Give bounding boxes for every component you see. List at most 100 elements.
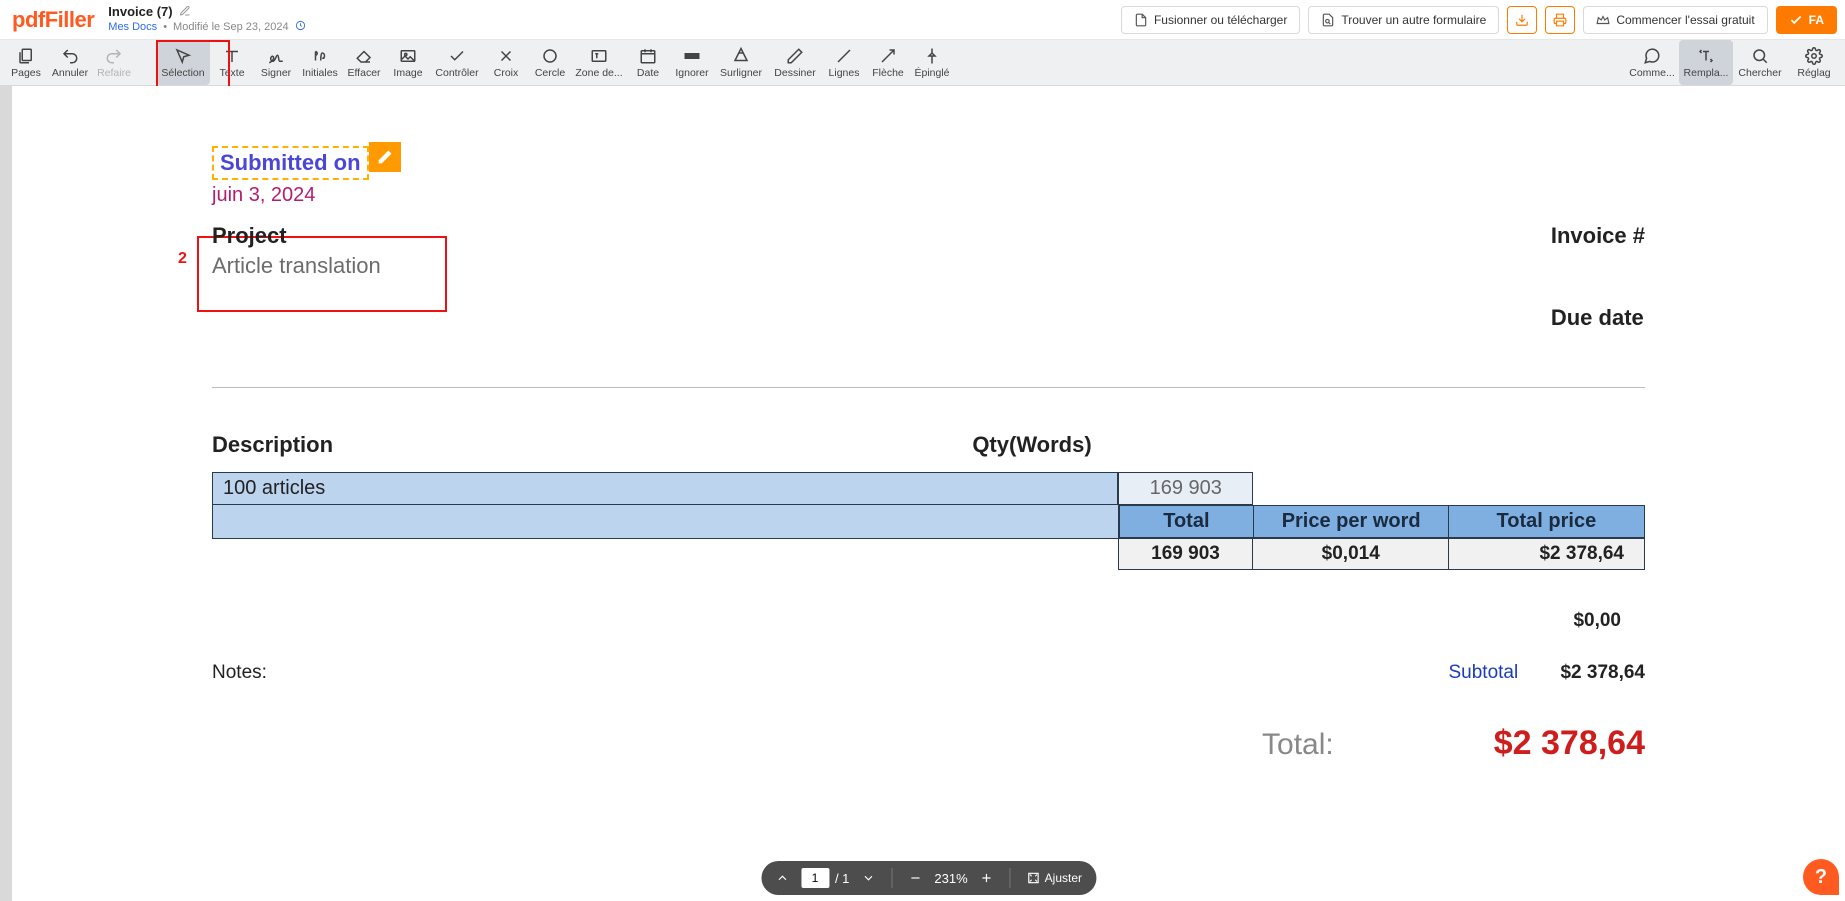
tool-undo[interactable]: Annuler — [48, 40, 92, 85]
col-total-price: Total price — [1449, 506, 1644, 538]
check-icon — [1789, 13, 1803, 27]
logo-left: pdf — [12, 7, 45, 32]
replace-text-icon — [1697, 47, 1715, 65]
pages-icon — [17, 47, 35, 65]
comment-icon — [1643, 47, 1661, 65]
print-button[interactable] — [1545, 6, 1575, 34]
document-page: Submitted on juin 3, 2024 Project Articl… — [12, 86, 1845, 763]
start-trial-button[interactable]: Commencer l'essai gratuit — [1583, 6, 1767, 34]
submitted-on-field[interactable]: Submitted on — [212, 146, 369, 180]
cross-icon — [497, 47, 515, 65]
undo-icon — [61, 47, 79, 65]
tool-circle[interactable]: Cercle — [528, 40, 572, 85]
search-icon — [1751, 47, 1769, 65]
erase-icon — [355, 47, 373, 65]
tool-select[interactable]: Sélection — [156, 40, 210, 85]
tool-text[interactable]: Texte — [210, 40, 254, 85]
logo-right: Filler — [45, 7, 95, 32]
page-up-button[interactable] — [769, 865, 795, 891]
col-description: Description — [212, 432, 952, 458]
merge-download-button[interactable]: Fusionner ou télécharger — [1121, 6, 1300, 34]
image-icon — [399, 47, 417, 65]
zoom-level: 231% — [934, 871, 967, 886]
tool-pin[interactable]: Épinglé — [910, 40, 954, 85]
tool-sign[interactable]: Signer — [254, 40, 298, 85]
tool-check[interactable]: Contrôler — [430, 40, 484, 85]
tool-highlight[interactable]: Surligner — [714, 40, 768, 85]
circle-icon — [541, 47, 559, 65]
tool-lines[interactable]: Lignes — [822, 40, 866, 85]
find-form-label: Trouver un autre formulaire — [1341, 13, 1486, 27]
zoom-out-button[interactable] — [902, 865, 928, 891]
pin-icon — [923, 47, 941, 65]
workspace: 2 Submitted on juin 3, 2024 Project Arti… — [0, 86, 1845, 901]
tool-search[interactable]: Chercher — [1733, 40, 1787, 85]
page-down-button[interactable] — [855, 865, 881, 891]
col-ppw: Price per word — [1254, 506, 1449, 538]
subtotal-value: $2 378,64 — [1560, 662, 1645, 683]
totals-row: 169 903 $0,014 $2 378,64 — [213, 539, 1645, 570]
tool-image[interactable]: Image — [386, 40, 430, 85]
edit-field-button[interactable] — [369, 142, 401, 172]
help-button[interactable]: ? — [1803, 859, 1839, 895]
cell-qty: 169 903 — [1118, 473, 1253, 505]
modified-label: Modifié le Sep 23, 2024 — [173, 21, 289, 33]
table-row-empty: Total Price per word Total price — [213, 505, 1645, 539]
rename-icon[interactable] — [179, 5, 191, 20]
zoom-in-button[interactable] — [974, 865, 1000, 891]
separator — [212, 387, 1645, 388]
tool-textzone[interactable]: Zone de... — [572, 40, 626, 85]
calendar-icon — [639, 47, 657, 65]
breadcrumb-link[interactable]: Mes Docs — [108, 21, 157, 33]
table-row: 100 articles 169 903 — [213, 473, 1645, 505]
main-toolbar: Pages Annuler Refaire Sélection Texte Si… — [0, 40, 1845, 86]
blackout-icon — [683, 47, 701, 65]
tool-comment[interactable]: Comme... — [1625, 40, 1679, 85]
tool-replace[interactable]: Rempla... — [1679, 40, 1733, 85]
crown-icon — [1596, 13, 1610, 27]
tool-cross[interactable]: Croix — [484, 40, 528, 85]
subtotal-label: Subtotal — [1449, 662, 1519, 683]
tool-ignore[interactable]: Ignorer — [670, 40, 714, 85]
tool-redo[interactable]: Refaire — [92, 40, 136, 85]
tool-settings[interactable]: Réglag — [1787, 40, 1841, 85]
app-logo: pdfFiller — [12, 7, 94, 33]
total-label: Total: — [1262, 728, 1334, 762]
left-gutter — [0, 86, 12, 901]
submitted-date: juin 3, 2024 — [212, 184, 369, 207]
pencil-icon — [786, 47, 804, 65]
submitted-label: Submitted on — [220, 150, 361, 175]
dot-sep: • — [163, 21, 167, 33]
table-headers: Description Qty(Words) — [212, 432, 1645, 458]
app-header: pdfFiller Invoice (7) Mes Docs • Modifié… — [0, 0, 1845, 40]
tool-erase[interactable]: Effacer — [342, 40, 386, 85]
document-canvas[interactable]: 2 Submitted on juin 3, 2024 Project Arti… — [12, 86, 1845, 901]
redo-icon — [105, 47, 123, 65]
history-icon[interactable] — [295, 20, 306, 34]
checkmark-icon — [448, 47, 466, 65]
total-value: $2 378,64 — [1494, 724, 1645, 763]
cell-ppw: $0,014 — [1253, 539, 1449, 570]
text-icon — [223, 47, 241, 65]
fit-label: Ajuster — [1045, 871, 1082, 885]
arrow-icon — [879, 47, 897, 65]
download-button[interactable] — [1507, 6, 1537, 34]
document-icon — [1134, 13, 1148, 27]
fit-button[interactable]: Ajuster — [1021, 865, 1088, 891]
doc-title-block: Invoice (7) Mes Docs • Modifié le Sep 23… — [108, 5, 305, 34]
cell-total-price: $2 378,64 — [1449, 539, 1645, 570]
trial-label: Commencer l'essai gratuit — [1616, 13, 1754, 27]
invoice-number-label: Invoice # — [1551, 223, 1645, 249]
find-form-button[interactable]: Trouver un autre formulaire — [1308, 6, 1499, 34]
col-qty: Qty(Words) — [952, 432, 1112, 458]
done-button[interactable]: FA — [1776, 6, 1837, 34]
project-label: Project — [212, 223, 381, 249]
page-total: / 1 — [835, 871, 849, 886]
tool-date[interactable]: Date — [626, 40, 670, 85]
tool-draw[interactable]: Dessiner — [768, 40, 822, 85]
tool-arrow[interactable]: Flèche — [866, 40, 910, 85]
tool-pages[interactable]: Pages — [4, 40, 48, 85]
cursor-icon — [174, 47, 192, 65]
tool-initials[interactable]: Initiales — [298, 40, 342, 85]
page-input[interactable] — [801, 868, 829, 888]
